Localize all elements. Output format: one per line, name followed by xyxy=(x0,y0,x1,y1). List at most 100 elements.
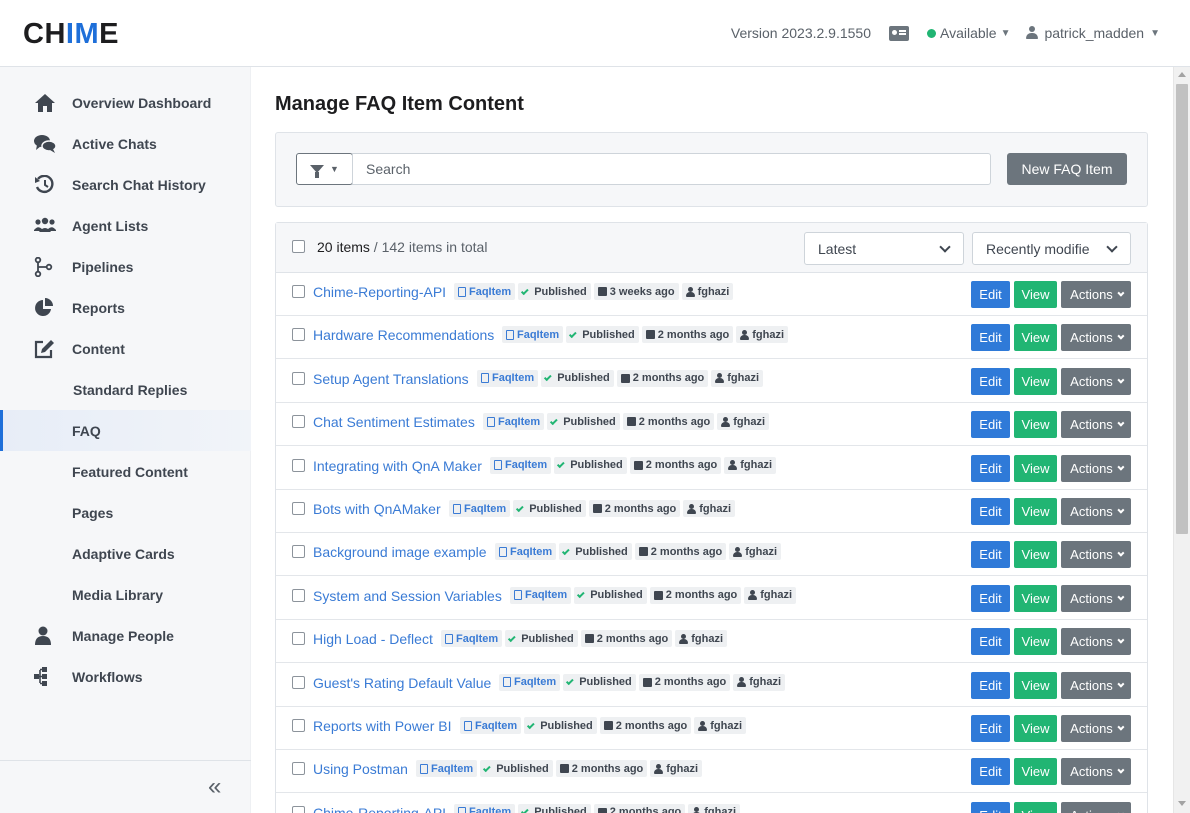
edit-button[interactable]: Edit xyxy=(971,411,1010,439)
actions-label: Actions xyxy=(1070,721,1113,736)
view-button[interactable]: View xyxy=(1014,584,1057,612)
new-faq-item-button[interactable]: New FAQ Item xyxy=(1007,153,1127,185)
sidebar-item-pages[interactable]: Pages xyxy=(0,492,251,533)
row-checkbox[interactable] xyxy=(292,458,305,472)
sidebar-item-adaptive-cards[interactable]: Adaptive Cards xyxy=(0,533,251,574)
sidebar-item-pipelines[interactable]: Pipelines xyxy=(0,246,251,287)
view-button[interactable]: View xyxy=(1014,411,1057,439)
actions-dropdown-button[interactable]: Actions xyxy=(1061,541,1131,569)
edit-button[interactable]: Edit xyxy=(971,628,1010,656)
user-menu[interactable]: patrick_madden ▼ xyxy=(1026,25,1160,41)
availability-dropdown[interactable]: Available ▼ xyxy=(927,25,1010,41)
actions-dropdown-button[interactable]: Actions xyxy=(1061,628,1131,656)
actions-dropdown-button[interactable]: Actions xyxy=(1061,671,1131,699)
actions-dropdown-button[interactable]: Actions xyxy=(1061,715,1131,742)
faq-item-title-link[interactable]: Chat Sentiment Estimates xyxy=(313,414,475,430)
page-scrollbar[interactable] xyxy=(1173,67,1190,813)
view-button[interactable]: View xyxy=(1014,281,1057,308)
view-button[interactable]: View xyxy=(1014,541,1057,569)
view-button[interactable]: View xyxy=(1014,758,1057,786)
chime-logo[interactable]: CHIME xyxy=(23,18,119,51)
sidebar-item-reports[interactable]: Reports xyxy=(0,287,251,328)
faq-item-title-link[interactable]: Hardware Recommendations xyxy=(313,327,494,343)
sort-field-select[interactable]: Recently modifie xyxy=(972,232,1131,265)
sidebar-item-content[interactable]: Content xyxy=(0,328,251,369)
faq-item-title-link[interactable]: Chime-Reporting-API xyxy=(313,284,446,300)
sidebar-item-workflows[interactable]: Workflows xyxy=(0,656,251,697)
edit-button[interactable]: Edit xyxy=(971,801,1010,813)
actions-dropdown-button[interactable]: Actions xyxy=(1061,498,1131,525)
edit-button[interactable]: Edit xyxy=(971,758,1010,786)
user-icon xyxy=(748,590,758,601)
row-checkbox[interactable] xyxy=(292,545,305,559)
row-checkbox[interactable] xyxy=(292,415,305,429)
actions-dropdown-button[interactable]: Actions xyxy=(1061,281,1131,308)
sidebar-item-standard-replies[interactable]: Standard Replies xyxy=(0,369,251,410)
view-button[interactable]: View xyxy=(1014,671,1057,699)
faq-item-title-link[interactable]: Using Postman xyxy=(313,761,408,777)
sidebar-item-featured-content[interactable]: Featured Content xyxy=(0,451,251,492)
view-button[interactable]: View xyxy=(1014,324,1057,352)
actions-dropdown-button[interactable]: Actions xyxy=(1061,584,1131,612)
faq-item-title-link[interactable]: Background image example xyxy=(313,544,487,560)
sidebar-item-media-library[interactable]: Media Library xyxy=(0,574,251,615)
row-checkbox[interactable] xyxy=(292,762,305,776)
row-checkbox[interactable] xyxy=(292,285,305,298)
id-card-icon[interactable] xyxy=(889,25,909,41)
row-checkbox[interactable] xyxy=(292,371,305,385)
row-actions: Edit View Actions xyxy=(971,671,1131,699)
faq-item-title-link[interactable]: Setup Agent Translations xyxy=(313,371,469,387)
edit-button[interactable]: Edit xyxy=(971,671,1010,699)
sidebar-item-active-chats[interactable]: Active Chats xyxy=(0,123,251,164)
faq-item-title-link[interactable]: Chime-Reporting-API xyxy=(313,805,446,813)
scroll-up-icon[interactable] xyxy=(1178,72,1186,77)
view-button[interactable]: View xyxy=(1014,454,1057,482)
edit-button[interactable]: Edit xyxy=(971,367,1010,395)
type-badge: FaqItem xyxy=(499,673,561,691)
sidebar-item-search-chat-history[interactable]: Search Chat History xyxy=(0,164,251,205)
view-button[interactable]: View xyxy=(1014,498,1057,525)
view-button[interactable]: View xyxy=(1014,628,1057,656)
faq-item-title-link[interactable]: Integrating with QnA Maker xyxy=(313,458,482,474)
select-all-checkbox[interactable] xyxy=(292,240,305,253)
actions-dropdown-button[interactable]: Actions xyxy=(1061,801,1131,813)
row-checkbox[interactable] xyxy=(292,328,305,342)
sidebar-item-faq[interactable]: FAQ xyxy=(0,410,251,451)
sidebar-item-manage-people[interactable]: Manage People xyxy=(0,615,251,656)
edit-button[interactable]: Edit xyxy=(971,324,1010,352)
actions-dropdown-button[interactable]: Actions xyxy=(1061,758,1131,786)
edit-button[interactable]: Edit xyxy=(971,541,1010,569)
row-checkbox[interactable] xyxy=(292,675,305,689)
edit-button[interactable]: Edit xyxy=(971,454,1010,482)
faq-item-title-link[interactable]: Guest's Rating Default Value xyxy=(313,675,491,691)
row-checkbox[interactable] xyxy=(292,502,305,515)
edit-button[interactable]: Edit xyxy=(971,498,1010,525)
sort-order-select[interactable]: Latest xyxy=(804,232,964,265)
view-button[interactable]: View xyxy=(1014,715,1057,742)
row-checkbox[interactable] xyxy=(292,719,305,732)
faq-item-title-link[interactable]: High Load - Deflect xyxy=(313,631,433,647)
edit-button[interactable]: Edit xyxy=(971,584,1010,612)
check-icon xyxy=(562,547,570,556)
edit-button[interactable]: Edit xyxy=(971,281,1010,308)
actions-dropdown-button[interactable]: Actions xyxy=(1061,411,1131,439)
scroll-thumb[interactable] xyxy=(1176,84,1188,534)
sidebar-item-overview-dashboard[interactable]: Overview Dashboard xyxy=(0,82,251,123)
actions-dropdown-button[interactable]: Actions xyxy=(1061,367,1131,395)
actions-dropdown-button[interactable]: Actions xyxy=(1061,324,1131,352)
actions-dropdown-button[interactable]: Actions xyxy=(1061,454,1131,482)
search-input[interactable] xyxy=(352,153,991,185)
row-checkbox[interactable] xyxy=(292,588,305,602)
faq-item-title-link[interactable]: System and Session Variables xyxy=(313,588,502,604)
edit-button[interactable]: Edit xyxy=(971,715,1010,742)
sidebar-item-agent-lists[interactable]: Agent Lists xyxy=(0,205,251,246)
view-button[interactable]: View xyxy=(1014,367,1057,395)
view-button[interactable]: View xyxy=(1014,801,1057,813)
row-checkbox[interactable] xyxy=(292,805,305,813)
faq-item-title-link[interactable]: Reports with Power BI xyxy=(313,718,452,734)
row-checkbox[interactable] xyxy=(292,632,305,646)
collapse-sidebar-icon[interactable]: « xyxy=(208,773,222,801)
faq-item-title-link[interactable]: Bots with QnAMaker xyxy=(313,501,441,517)
scroll-down-icon[interactable] xyxy=(1178,801,1186,806)
filter-button[interactable]: ▼ xyxy=(296,153,353,185)
